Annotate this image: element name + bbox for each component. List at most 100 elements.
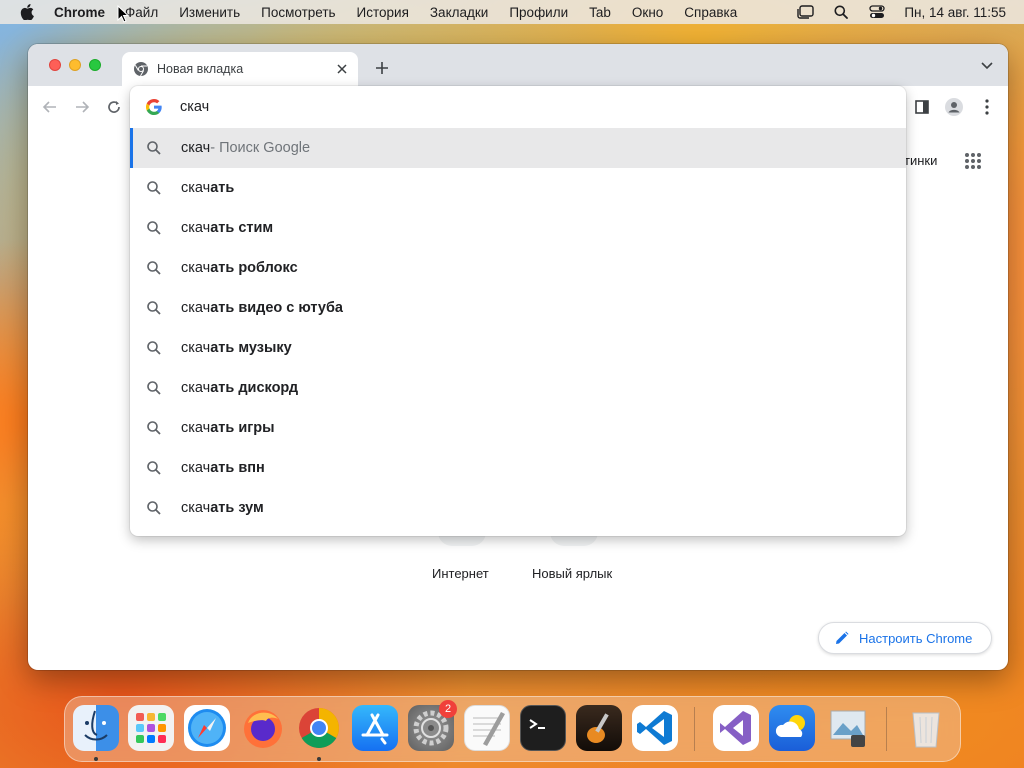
suggestion-row[interactable]: скач ать xyxy=(130,168,906,208)
spotlight-search-icon[interactable] xyxy=(832,4,850,20)
chrome-running-dot xyxy=(317,757,321,761)
safari-icon[interactable] xyxy=(184,705,230,751)
launchpad-icon[interactable] xyxy=(128,705,174,751)
search-icon xyxy=(147,341,161,355)
tab-title: Новая вкладка xyxy=(157,62,244,76)
finder-running-dot xyxy=(94,757,98,761)
suggestion-completion: ать xyxy=(210,180,235,196)
shortcut-label-new[interactable]: Новый ярлык xyxy=(532,566,612,581)
chrome-icon[interactable] xyxy=(296,705,342,751)
menu-app-name[interactable]: Chrome xyxy=(54,5,105,20)
suggestion-row[interactable]: скач ать зум xyxy=(130,488,906,528)
suggestion-query: скач xyxy=(181,180,211,196)
suggestion-row[interactable]: скач ать музыку xyxy=(130,328,906,368)
more-menu-icon[interactable] xyxy=(978,98,996,116)
close-window-button[interactable] xyxy=(49,59,61,71)
control-center-icon[interactable] xyxy=(868,4,886,20)
new-tab-plus-icon[interactable] xyxy=(373,59,391,77)
suggestion-completion: ать музыку xyxy=(210,340,292,356)
vscode-icon[interactable] xyxy=(632,705,678,751)
suggestion-row[interactable]: скач - Поиск Google xyxy=(130,128,906,168)
suggestion-query: скач xyxy=(181,380,211,396)
settings-notification-badge: 2 xyxy=(439,700,457,718)
menu-profiles[interactable]: Профили xyxy=(509,5,568,20)
forward-arrow-icon[interactable] xyxy=(73,98,91,116)
suggestion-row[interactable]: скач ать роблокс xyxy=(130,248,906,288)
search-icon xyxy=(147,221,161,235)
minimize-window-button[interactable] xyxy=(69,59,81,71)
textedit-icon[interactable] xyxy=(464,705,510,751)
chrome-window: Новая вкладка тинки Интернет Новый ярлык… xyxy=(28,44,1008,670)
suggestion-query: скач xyxy=(181,420,211,436)
tab-search-chevron-icon[interactable] xyxy=(980,61,994,71)
firefox-icon[interactable] xyxy=(240,705,286,751)
app-store-icon[interactable] xyxy=(352,705,398,751)
reload-icon[interactable] xyxy=(105,98,123,116)
menu-bookmarks[interactable]: Закладки xyxy=(430,5,488,20)
search-icon xyxy=(147,381,161,395)
suggestion-query: скач xyxy=(181,300,211,316)
omnibox-dropdown: скач скач - Поиск Google скач ать скач ать с… xyxy=(130,86,906,536)
tab-close-icon[interactable] xyxy=(334,61,350,77)
search-icon xyxy=(147,181,161,195)
menu-view[interactable]: Посмотреть xyxy=(261,5,335,20)
menu-history[interactable]: История xyxy=(357,5,409,20)
profile-avatar-icon[interactable] xyxy=(945,98,963,116)
tab-strip: Новая вкладка xyxy=(28,44,1008,86)
suggestion-row[interactable]: скач ать игры xyxy=(130,408,906,448)
search-icon xyxy=(147,261,161,275)
ntp-images-link[interactable]: тинки xyxy=(904,153,937,168)
terminal-icon[interactable] xyxy=(520,705,566,751)
customize-chrome-button[interactable]: Настроить Chrome xyxy=(818,622,992,654)
dock-separator-trash xyxy=(886,707,887,751)
suggestion-query: скач xyxy=(181,340,211,356)
omnibox-input[interactable]: скач xyxy=(130,86,906,128)
suggestion-query: скач xyxy=(181,500,211,516)
search-icon xyxy=(147,301,161,315)
dock-separator xyxy=(694,707,695,751)
dock: 2 xyxy=(64,696,961,762)
side-panel-icon[interactable] xyxy=(913,98,931,116)
shortcut-label-internet[interactable]: Интернет xyxy=(432,566,489,581)
search-icon xyxy=(147,461,161,475)
google-apps-grid-icon[interactable] xyxy=(964,152,982,170)
suggestion-row[interactable]: скач ать впн xyxy=(130,448,906,488)
menu-file[interactable]: Файл xyxy=(125,5,158,20)
menu-edit[interactable]: Изменить xyxy=(179,5,240,20)
suggestion-completion: ать впн xyxy=(210,460,265,476)
back-arrow-icon[interactable] xyxy=(41,98,59,116)
menu-help[interactable]: Справка xyxy=(684,5,737,20)
visual-studio-icon[interactable] xyxy=(713,705,759,751)
pencil-icon xyxy=(836,631,849,644)
suggestion-completion: ать стим xyxy=(210,220,274,236)
suggestion-query: скач xyxy=(181,460,211,476)
suggestion-row[interactable]: скач ать видео с ютуба xyxy=(130,288,906,328)
menu-window[interactable]: Окно xyxy=(632,5,663,20)
weather-icon[interactable] xyxy=(769,705,815,751)
suggestion-completion: ать дискорд xyxy=(210,380,299,396)
search-icon xyxy=(147,501,161,515)
chrome-favicon-icon xyxy=(134,62,148,77)
suggestion-source: - Поиск Google xyxy=(210,140,311,156)
suggestion-query: скач xyxy=(181,220,211,236)
trash-icon[interactable] xyxy=(903,705,949,751)
customize-chrome-label: Настроить Chrome xyxy=(859,630,973,646)
menu-clock[interactable]: Пн, 14 авг. 11:55 xyxy=(904,5,1006,20)
apple-icon[interactable] xyxy=(20,4,34,20)
stage-manager-icon[interactable] xyxy=(796,4,815,20)
suggestion-completion: ать зум xyxy=(210,500,264,516)
suggestion-query: скач xyxy=(181,140,211,156)
google-g-icon xyxy=(146,99,162,115)
suggestion-row[interactable]: скач ать дискорд xyxy=(130,368,906,408)
omnibox-query-text: скач xyxy=(180,99,210,115)
finder-icon[interactable] xyxy=(73,705,119,751)
tab-new-tab[interactable]: Новая вкладка xyxy=(122,52,358,86)
suggestion-row[interactable]: скач ать стим xyxy=(130,208,906,248)
mouse-cursor-icon xyxy=(117,5,129,23)
search-icon xyxy=(147,141,161,155)
preview-icon[interactable] xyxy=(825,705,871,751)
fullscreen-window-button[interactable] xyxy=(89,59,101,71)
suggestion-query: скач xyxy=(181,260,211,276)
garageband-icon[interactable] xyxy=(576,705,622,751)
menu-tab[interactable]: Tab xyxy=(589,5,611,20)
